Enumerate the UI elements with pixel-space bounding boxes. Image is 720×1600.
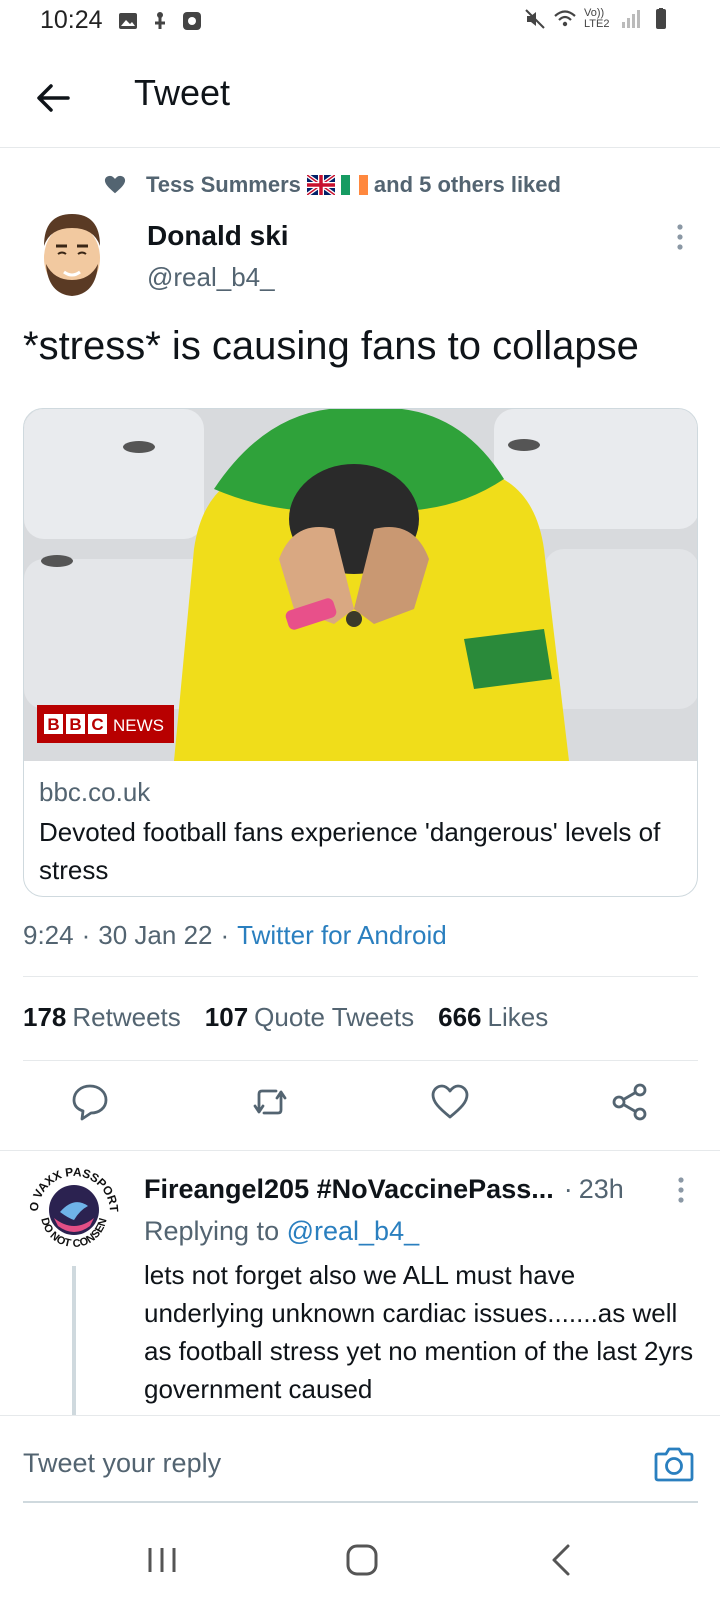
retweet-icon[interactable] xyxy=(250,1082,290,1122)
quote-tweets-stat[interactable]: 107 Quote Tweets xyxy=(205,1002,414,1033)
usb-icon xyxy=(155,12,165,29)
divider xyxy=(23,1060,698,1061)
like-icon[interactable] xyxy=(430,1082,470,1122)
author-handle[interactable]: @real_b4_ xyxy=(147,262,275,293)
divider xyxy=(23,976,698,977)
system-nav-bar xyxy=(0,1520,720,1600)
meta-separator: · xyxy=(220,920,230,950)
heart-icon xyxy=(104,175,126,194)
reply-underline xyxy=(23,1501,698,1503)
reply-time-sep: · xyxy=(563,1174,573,1204)
camera-icon[interactable] xyxy=(652,1442,696,1486)
tweet-meta: 9:24 · 30 Jan 22 · Twitter for Android xyxy=(23,920,447,951)
tweet-source[interactable]: Twitter for Android xyxy=(237,920,447,951)
volte-label: Vo)) LTE2 xyxy=(584,7,610,30)
tweet-actions xyxy=(0,1082,720,1132)
replying-to: Replying to @real_b4_ xyxy=(144,1216,419,1247)
uk-flag-icon xyxy=(306,175,335,195)
tweet-text: *stress* is causing fans to collapse xyxy=(23,324,639,368)
quotes-count: 107 xyxy=(204,1002,249,1032)
back-nav-icon[interactable] xyxy=(542,1540,582,1580)
retweets-label: Retweets xyxy=(72,1002,181,1032)
share-icon[interactable] xyxy=(610,1082,650,1122)
wifi-icon xyxy=(554,10,576,27)
record-icon xyxy=(183,12,201,30)
reply-time: 23h xyxy=(578,1174,624,1204)
reply-input[interactable]: Tweet your reply xyxy=(23,1448,221,1479)
replying-prefix: Replying to xyxy=(144,1216,280,1246)
reply-icon[interactable] xyxy=(70,1082,110,1122)
thread-line xyxy=(72,1266,76,1416)
reply-composer: Tweet your reply xyxy=(0,1415,720,1519)
app-header: Tweet xyxy=(0,48,720,148)
likes-count: 666 xyxy=(438,1002,482,1032)
more-options-icon[interactable] xyxy=(671,1175,691,1205)
author-avatar[interactable] xyxy=(34,206,110,304)
likes-stat[interactable]: 666 Likes xyxy=(438,1002,548,1033)
link-card[interactable]: B B C NEWS bbc.co.uk Devoted football fa… xyxy=(23,408,698,897)
status-right-icons: Vo)) LTE2 xyxy=(524,8,672,30)
social-context-name: Tess Summers xyxy=(146,172,301,197)
signal-icon xyxy=(622,10,640,28)
home-icon[interactable] xyxy=(342,1540,382,1580)
card-title: Devoted football fans experience 'danger… xyxy=(39,817,661,885)
social-context[interactable]: Tess Summers and 5 others liked xyxy=(104,172,561,198)
retweets-stat[interactable]: 178 Retweets xyxy=(23,1002,181,1033)
ireland-flag-icon xyxy=(340,175,368,195)
replying-handle[interactable]: @real_b4_ xyxy=(287,1216,420,1246)
mute-icon xyxy=(525,9,545,29)
more-options-icon[interactable] xyxy=(670,222,690,252)
recent-apps-icon[interactable] xyxy=(142,1540,182,1580)
svg-text:B: B xyxy=(47,715,59,734)
author-name[interactable]: Donald ski xyxy=(147,220,289,252)
quotes-label: Quote Tweets xyxy=(254,1002,415,1032)
reply-text: lets not forget also we ALL must have un… xyxy=(144,1260,694,1404)
tweet-stats: 178 Retweets 107 Quote Tweets 666 Likes xyxy=(23,1002,548,1033)
reply-avatar[interactable]: NO VAXX PASSPORTS I DO NOT CONSENT xyxy=(24,1160,124,1260)
tweet-time: 9:24 xyxy=(23,920,74,950)
card-image: B B C NEWS xyxy=(24,409,697,761)
image-icon xyxy=(119,13,137,29)
divider xyxy=(0,1150,720,1151)
status-time: 10:24 xyxy=(40,6,103,34)
battery-icon xyxy=(656,8,666,29)
status-bar: 10:24 Vo)) LTE2 xyxy=(0,0,720,44)
social-context-suffix: and 5 others liked xyxy=(373,172,561,197)
svg-text:NEWS: NEWS xyxy=(113,716,164,735)
svg-text:B: B xyxy=(69,715,81,734)
likes-label: Likes xyxy=(487,1002,549,1032)
status-left-icons xyxy=(117,10,203,32)
meta-separator: · xyxy=(81,920,91,950)
reply-header: Fireangel205 #NoVaccinePass... · 23h xyxy=(144,1174,684,1205)
page-title: Tweet xyxy=(134,72,231,113)
svg-text:C: C xyxy=(91,715,103,734)
card-domain: bbc.co.uk xyxy=(39,777,151,807)
reply-author-name[interactable]: Fireangel205 #NoVaccinePass... xyxy=(144,1174,554,1205)
retweets-count: 178 xyxy=(23,1002,67,1032)
tweet-date: 30 Jan 22 xyxy=(98,920,213,950)
arrow-left-icon[interactable] xyxy=(34,78,74,118)
